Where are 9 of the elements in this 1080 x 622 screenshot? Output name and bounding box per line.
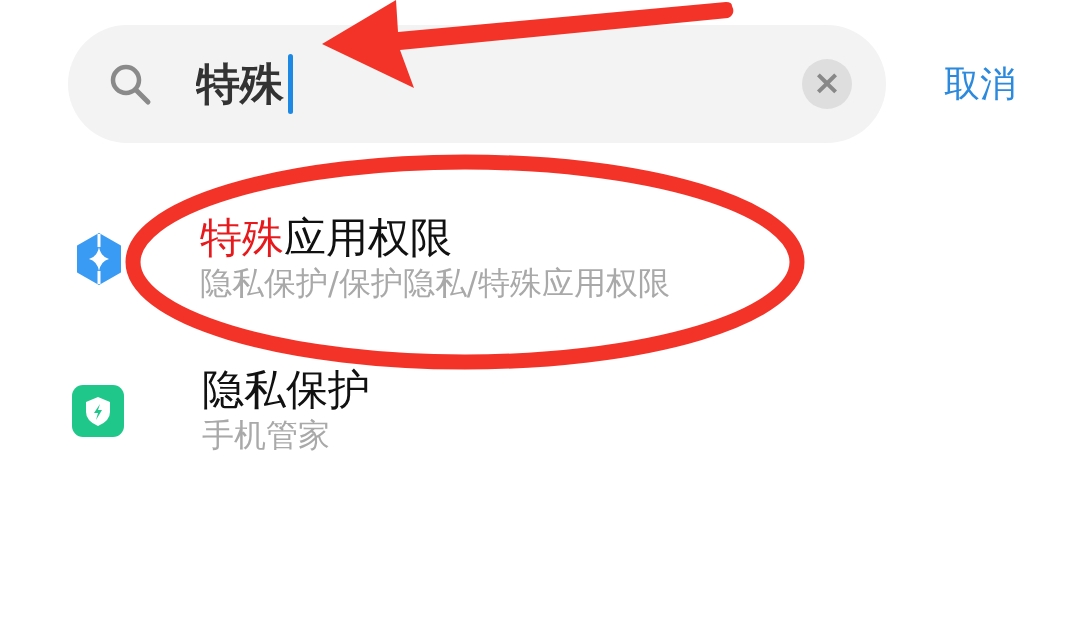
result-subtitle: 手机管家 — [202, 415, 331, 457]
result-title[interactable]: 特殊应用权限 — [200, 213, 670, 264]
result-title[interactable]: 隐私保护 — [202, 365, 370, 416]
search-icon — [108, 62, 152, 106]
result-subtitle: 隐私保护/保护隐私/特殊应用权限 — [200, 263, 670, 305]
text-cursor — [288, 54, 294, 114]
hexagon-icon — [76, 233, 122, 285]
cancel-button[interactable]: 取消 — [944, 57, 1016, 111]
shield-icon — [72, 384, 124, 437]
